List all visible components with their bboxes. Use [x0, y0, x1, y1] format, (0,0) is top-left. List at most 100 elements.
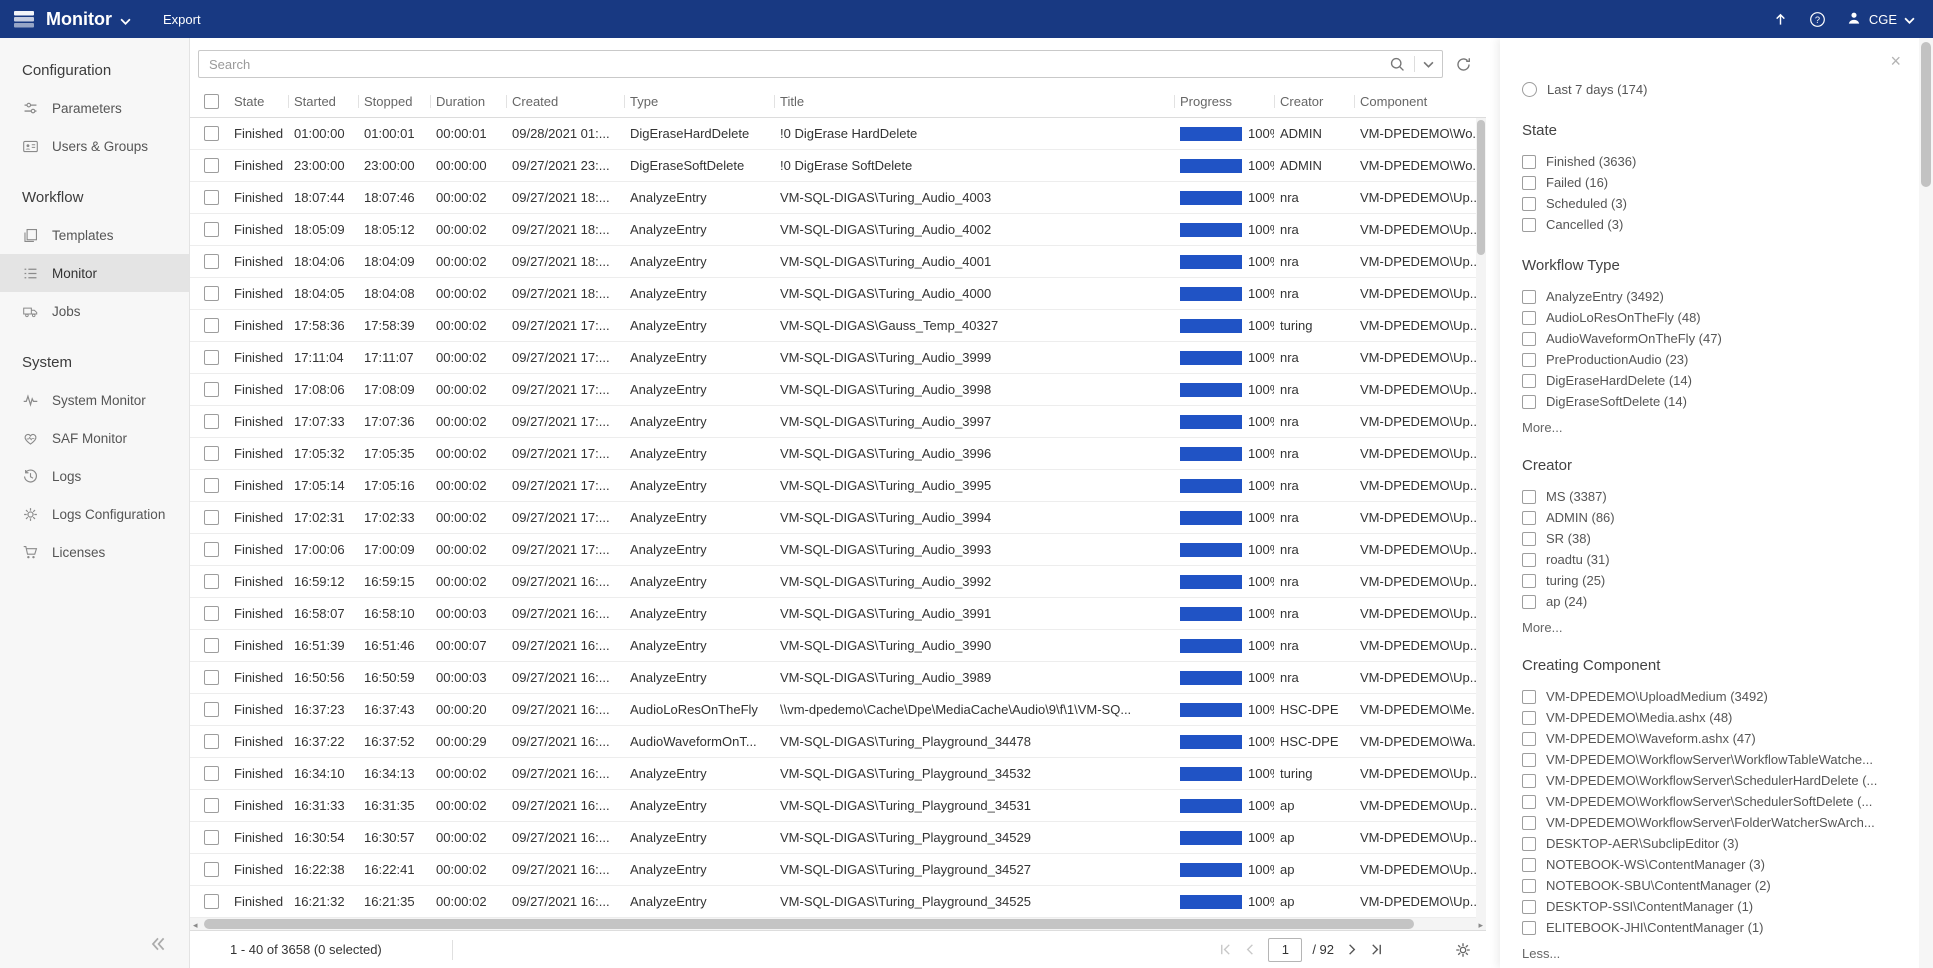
checkbox[interactable] — [1522, 837, 1536, 851]
menu-export[interactable]: Export — [163, 12, 201, 27]
filter-option-preproductionaudio-23[interactable]: PreProductionAudio (23) — [1522, 349, 1893, 370]
close-icon[interactable]: × — [1890, 52, 1901, 70]
table-row[interactable]: Finished16:59:1216:59:1500:00:0209/27/20… — [190, 566, 1486, 598]
previous-page-button[interactable] — [1243, 942, 1258, 957]
filter-option-digerasesoftdelete-14[interactable]: DigEraseSoftDelete (14) — [1522, 391, 1893, 412]
sidebar-item-logs[interactable]: Logs — [0, 457, 189, 495]
row-checkbox[interactable] — [204, 254, 219, 269]
search-options-chevron-icon[interactable] — [1423, 61, 1442, 68]
checkbox[interactable] — [1522, 574, 1536, 588]
row-checkbox[interactable] — [204, 126, 219, 141]
scroll-right-arrow-icon[interactable]: ▸ — [1478, 920, 1483, 931]
scroll-left-arrow-icon[interactable]: ◂ — [193, 920, 198, 931]
filter-option-ap-24[interactable]: ap (24) — [1522, 591, 1893, 612]
sidebar-item-saf-monitor[interactable]: SAF Monitor — [0, 419, 189, 457]
table-row[interactable]: Finished18:05:0918:05:1200:00:0209/27/20… — [190, 214, 1486, 246]
checkbox[interactable] — [1522, 858, 1536, 872]
filter-option-vm-dpedemo-waveform-ashx-47[interactable]: VM-DPEDEMO\Waveform.ashx (47) — [1522, 728, 1893, 749]
row-checkbox[interactable] — [204, 318, 219, 333]
table-row[interactable]: Finished16:21:3216:21:3500:00:0209/27/20… — [190, 886, 1486, 918]
filter-option-admin-86[interactable]: ADMIN (86) — [1522, 507, 1893, 528]
sidebar-item-system-monitor[interactable]: System Monitor — [0, 381, 189, 419]
row-checkbox[interactable] — [204, 446, 219, 461]
filter-option-vm-dpedemo-media-ashx-48[interactable]: VM-DPEDEMO\Media.ashx (48) — [1522, 707, 1893, 728]
table-row[interactable]: Finished17:05:3217:05:3500:00:0209/27/20… — [190, 438, 1486, 470]
select-all-checkbox[interactable] — [204, 94, 219, 109]
row-checkbox[interactable] — [204, 478, 219, 493]
row-checkbox[interactable] — [204, 606, 219, 621]
filter-option-analyzeentry-3492[interactable]: AnalyzeEntry (3492) — [1522, 286, 1893, 307]
next-page-button[interactable] — [1344, 942, 1359, 957]
filter-option-notebook-sbu-contentmanager-2[interactable]: NOTEBOOK-SBU\ContentManager (2) — [1522, 875, 1893, 896]
filter-option-failed-16[interactable]: Failed (16) — [1522, 172, 1893, 193]
column-header-created[interactable]: Created — [506, 86, 624, 117]
horizontal-scrollbar[interactable]: ◂ ▸ — [190, 918, 1486, 930]
sidebar-item-logs-configuration[interactable]: Logs Configuration — [0, 495, 189, 533]
sidebar-item-users-groups[interactable]: Users & Groups — [0, 127, 189, 165]
filter-panel-scrollbar[interactable] — [1919, 38, 1933, 968]
row-checkbox[interactable] — [204, 574, 219, 589]
filter-option-scheduled-3[interactable]: Scheduled (3) — [1522, 193, 1893, 214]
column-header-title[interactable]: Title — [774, 86, 1174, 117]
filter-option-roadtu-31[interactable]: roadtu (31) — [1522, 549, 1893, 570]
filter-option-sr-38[interactable]: SR (38) — [1522, 528, 1893, 549]
row-checkbox[interactable] — [204, 190, 219, 205]
filter-option-audiowaveformonthefly-47[interactable]: AudioWaveformOnTheFly (47) — [1522, 328, 1893, 349]
checkbox[interactable] — [1522, 532, 1536, 546]
row-checkbox[interactable] — [204, 734, 219, 749]
vertical-scrollbar[interactable] — [1476, 118, 1486, 918]
checkbox[interactable] — [1522, 753, 1536, 767]
checkbox[interactable] — [1522, 795, 1536, 809]
filter-option-turing-25[interactable]: turing (25) — [1522, 570, 1893, 591]
filter-option-audioloresonthefly-48[interactable]: AudioLoResOnTheFly (48) — [1522, 307, 1893, 328]
column-header-type[interactable]: Type — [624, 86, 774, 117]
row-checkbox[interactable] — [204, 414, 219, 429]
filter-option-finished-3636[interactable]: Finished (3636) — [1522, 151, 1893, 172]
first-page-button[interactable] — [1218, 942, 1233, 957]
checkbox[interactable] — [1522, 490, 1536, 504]
filter-option-vm-dpedemo-uploadmedium-3492[interactable]: VM-DPEDEMO\UploadMedium (3492) — [1522, 686, 1893, 707]
table-row[interactable]: Finished17:00:0617:00:0900:00:0209/27/20… — [190, 534, 1486, 566]
table-row[interactable]: Finished16:34:1016:34:1300:00:0209/27/20… — [190, 758, 1486, 790]
table-row[interactable]: Finished18:04:0618:04:0900:00:0209/27/20… — [190, 246, 1486, 278]
filter-option-cancelled-3[interactable]: Cancelled (3) — [1522, 214, 1893, 235]
checkbox[interactable] — [1522, 311, 1536, 325]
checkbox[interactable] — [1522, 374, 1536, 388]
table-row[interactable]: Finished16:51:3916:51:4600:00:0709/27/20… — [190, 630, 1486, 662]
checkbox[interactable] — [1522, 176, 1536, 190]
table-row[interactable]: Finished17:07:3317:07:3600:00:0209/27/20… — [190, 406, 1486, 438]
checkbox[interactable] — [1522, 197, 1536, 211]
checkbox[interactable] — [1522, 900, 1536, 914]
filter-option-desktop-ssi-contentmanager-1[interactable]: DESKTOP-SSI\ContentManager (1) — [1522, 896, 1893, 917]
sidebar-item-jobs[interactable]: Jobs — [0, 292, 189, 330]
app-switcher[interactable]: Monitor — [46, 9, 131, 30]
filter-more-link-creator[interactable]: More... — [1522, 620, 1893, 635]
table-row[interactable]: Finished16:22:3816:22:4100:00:0209/27/20… — [190, 854, 1486, 886]
table-row[interactable]: Finished18:07:4418:07:4600:00:0209/27/20… — [190, 182, 1486, 214]
row-checkbox[interactable] — [204, 350, 219, 365]
checkbox[interactable] — [1522, 332, 1536, 346]
filter-option-vm-dpedemo-workflowserver-folderwatchers[interactable]: VM-DPEDEMO\WorkflowServer\FolderWatcherS… — [1522, 812, 1893, 833]
horizontal-scrollbar-thumb[interactable] — [204, 919, 1414, 929]
table-row[interactable]: Finished16:37:2316:37:4300:00:2009/27/20… — [190, 694, 1486, 726]
checkbox[interactable] — [1522, 774, 1536, 788]
sidebar-item-licenses[interactable]: Licenses — [0, 533, 189, 571]
checkbox[interactable] — [1522, 155, 1536, 169]
checkbox[interactable] — [1522, 290, 1536, 304]
checkbox[interactable] — [1522, 595, 1536, 609]
checkbox[interactable] — [1522, 353, 1536, 367]
checkbox[interactable] — [1522, 732, 1536, 746]
column-header-component[interactable]: Component — [1354, 86, 1486, 117]
sidebar-item-monitor[interactable]: Monitor — [0, 254, 189, 292]
row-checkbox[interactable] — [204, 542, 219, 557]
row-checkbox[interactable] — [204, 158, 219, 173]
row-checkbox[interactable] — [204, 286, 219, 301]
search-input[interactable] — [199, 57, 1389, 72]
table-settings-gear-icon[interactable] — [1454, 941, 1472, 959]
help-icon[interactable]: ? — [1809, 11, 1826, 28]
filter-panel-scrollbar-thumb[interactable] — [1921, 42, 1931, 187]
table-row[interactable]: Finished17:05:1417:05:1600:00:0209/27/20… — [190, 470, 1486, 502]
table-row[interactable]: Finished16:50:5616:50:5900:00:0309/27/20… — [190, 662, 1486, 694]
app-logo-icon[interactable] — [12, 7, 36, 31]
table-row[interactable]: Finished17:11:0417:11:0700:00:0209/27/20… — [190, 342, 1486, 374]
